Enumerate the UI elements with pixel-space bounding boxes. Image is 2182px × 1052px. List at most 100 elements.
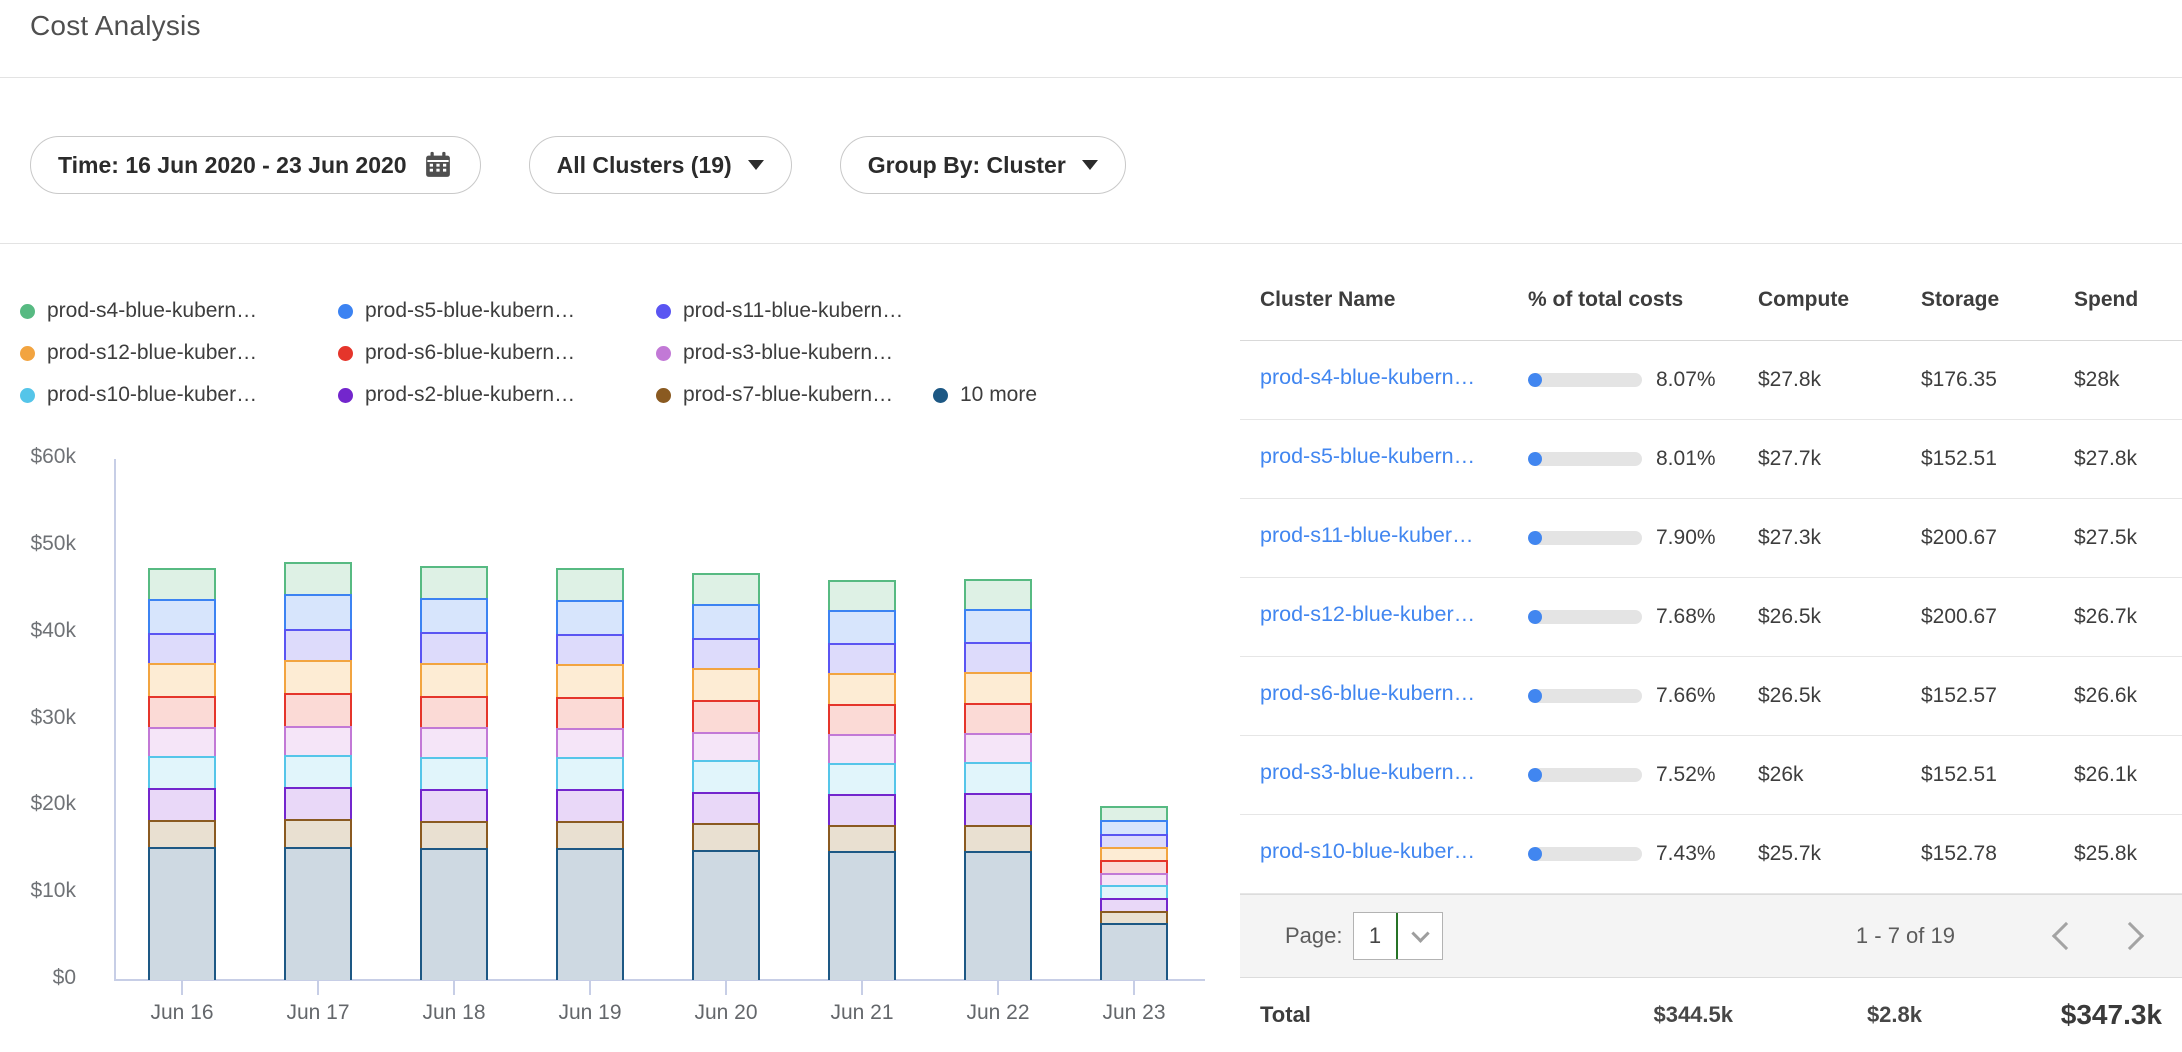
bar-segment-prod-s3-blue-kubern[interactable]: [420, 727, 488, 757]
bar-segment-prod-s7-blue-kubern[interactable]: [1100, 911, 1168, 922]
bar-segment-prod-s12-blue-kuber[interactable]: [420, 663, 488, 696]
bar-segment-prod-s5-blue-kubern[interactable]: [420, 598, 488, 632]
bar-segment-10-more[interactable]: [1100, 923, 1168, 980]
bar-segment-10-more[interactable]: [148, 847, 216, 980]
bar-segment-prod-s2-blue-kubern[interactable]: [556, 789, 624, 821]
bar-segment-prod-s3-blue-kubern[interactable]: [1100, 873, 1168, 885]
page-number-select[interactable]: 1: [1353, 912, 1443, 960]
bar-segment-prod-s5-blue-kubern[interactable]: [1100, 820, 1168, 834]
bar-segment-10-more[interactable]: [556, 848, 624, 980]
bar-segment-prod-s4-blue-kubern[interactable]: [148, 568, 216, 599]
legend-item[interactable]: prod-s12-blue-kuber…: [20, 341, 338, 365]
bar-segment-prod-s6-blue-kubern[interactable]: [692, 700, 760, 731]
bar-segment-prod-s7-blue-kubern[interactable]: [556, 821, 624, 848]
cluster-name-link[interactable]: prod-s12-blue-kuber…: [1260, 602, 1475, 627]
cluster-name-link[interactable]: prod-s4-blue-kubern…: [1260, 365, 1475, 390]
bar-segment-10-more[interactable]: [692, 850, 760, 980]
cluster-name-link[interactable]: prod-s11-blue-kuber…: [1260, 523, 1474, 548]
bar-segment-prod-s2-blue-kubern[interactable]: [284, 787, 352, 819]
bar-segment-prod-s7-blue-kubern[interactable]: [828, 825, 896, 851]
bar-segment-prod-s10-blue-kuber[interactable]: [828, 763, 896, 794]
bar-segment-prod-s6-blue-kubern[interactable]: [964, 703, 1032, 733]
bar-segment-prod-s2-blue-kubern[interactable]: [148, 788, 216, 820]
bar-segment-prod-s2-blue-kubern[interactable]: [964, 793, 1032, 824]
bar-segment-prod-s4-blue-kubern[interactable]: [964, 579, 1032, 609]
bar-segment-prod-s4-blue-kubern[interactable]: [1100, 806, 1168, 820]
legend-item[interactable]: prod-s3-blue-kubern…: [656, 341, 893, 365]
group-by-dropdown[interactable]: Group By: Cluster: [840, 136, 1126, 194]
cluster-name-link[interactable]: prod-s6-blue-kubern…: [1260, 681, 1475, 706]
bar-segment-prod-s12-blue-kuber[interactable]: [148, 663, 216, 696]
previous-page-icon[interactable]: [2052, 922, 2080, 950]
bar-segment-prod-s6-blue-kubern[interactable]: [556, 697, 624, 728]
bar-segment-prod-s7-blue-kubern[interactable]: [148, 820, 216, 847]
bar-segment-prod-s11-blue-kubern[interactable]: [964, 642, 1032, 672]
legend-item[interactable]: prod-s6-blue-kubern…: [338, 341, 656, 365]
bar-segment-prod-s4-blue-kubern[interactable]: [556, 568, 624, 599]
bar-segment-prod-s6-blue-kubern[interactable]: [148, 696, 216, 727]
bar-segment-prod-s4-blue-kubern[interactable]: [828, 580, 896, 610]
cluster-name-link[interactable]: prod-s5-blue-kubern…: [1260, 444, 1475, 469]
bar-segment-prod-s11-blue-kubern[interactable]: [148, 633, 216, 663]
next-page-icon[interactable]: [2116, 922, 2144, 950]
bar-segment-prod-s3-blue-kubern[interactable]: [284, 726, 352, 756]
cluster-name-link[interactable]: prod-s10-blue-kuber…: [1260, 839, 1475, 864]
legend-item[interactable]: prod-s5-blue-kubern…: [338, 299, 656, 323]
bar-segment-prod-s12-blue-kuber[interactable]: [828, 673, 896, 704]
bar-segment-prod-s6-blue-kubern[interactable]: [828, 704, 896, 734]
bar-segment-prod-s2-blue-kubern[interactable]: [1100, 898, 1168, 911]
bar-segment-prod-s2-blue-kubern[interactable]: [420, 789, 488, 821]
bar-segment-prod-s5-blue-kubern[interactable]: [692, 604, 760, 638]
legend-item[interactable]: prod-s4-blue-kubern…: [20, 299, 338, 323]
bar-segment-10-more[interactable]: [964, 851, 1032, 980]
bar-segment-prod-s4-blue-kubern[interactable]: [420, 566, 488, 598]
bar-segment-10-more[interactable]: [284, 847, 352, 980]
legend-item[interactable]: prod-s11-blue-kubern…: [656, 299, 903, 323]
bar-segment-prod-s5-blue-kubern[interactable]: [556, 600, 624, 634]
bar-segment-prod-s2-blue-kubern[interactable]: [692, 792, 760, 823]
bar-segment-prod-s2-blue-kubern[interactable]: [828, 794, 896, 825]
bar-segment-prod-s12-blue-kuber[interactable]: [556, 664, 624, 697]
time-range-filter-button[interactable]: Time: 16 Jun 2020 - 23 Jun 2020: [30, 136, 481, 194]
bar-segment-prod-s6-blue-kubern[interactable]: [284, 693, 352, 725]
legend-item[interactable]: prod-s2-blue-kubern…: [338, 383, 656, 407]
bar-segment-prod-s11-blue-kubern[interactable]: [284, 629, 352, 660]
bar-segment-prod-s11-blue-kubern[interactable]: [828, 643, 896, 673]
bar-segment-prod-s12-blue-kuber[interactable]: [692, 668, 760, 700]
bar-segment-prod-s10-blue-kuber[interactable]: [692, 760, 760, 791]
bar-segment-prod-s10-blue-kuber[interactable]: [284, 755, 352, 787]
bar-segment-prod-s6-blue-kubern[interactable]: [420, 696, 488, 727]
bar-segment-prod-s10-blue-kuber[interactable]: [1100, 885, 1168, 898]
bar-segment-prod-s10-blue-kuber[interactable]: [148, 756, 216, 788]
bar-segment-prod-s7-blue-kubern[interactable]: [692, 823, 760, 850]
bar-segment-prod-s11-blue-kubern[interactable]: [1100, 834, 1168, 847]
bar-segment-prod-s5-blue-kubern[interactable]: [828, 610, 896, 643]
bar-segment-prod-s10-blue-kuber[interactable]: [420, 757, 488, 789]
legend-item[interactable]: 10 more: [933, 383, 1037, 407]
bar-segment-prod-s3-blue-kubern[interactable]: [556, 728, 624, 757]
bar-segment-prod-s11-blue-kubern[interactable]: [420, 632, 488, 663]
bar-segment-prod-s11-blue-kubern[interactable]: [692, 638, 760, 668]
legend-item[interactable]: prod-s10-blue-kuber…: [20, 383, 338, 407]
bar-segment-prod-s3-blue-kubern[interactable]: [692, 732, 760, 761]
bar-segment-prod-s11-blue-kubern[interactable]: [556, 634, 624, 664]
bar-segment-prod-s12-blue-kuber[interactable]: [284, 660, 352, 693]
cluster-name-link[interactable]: prod-s3-blue-kubern…: [1260, 760, 1475, 785]
bar-segment-prod-s12-blue-kuber[interactable]: [1100, 847, 1168, 860]
legend-item[interactable]: prod-s7-blue-kubern…: [656, 383, 933, 407]
bar-segment-prod-s5-blue-kubern[interactable]: [964, 609, 1032, 642]
bar-segment-prod-s3-blue-kubern[interactable]: [148, 727, 216, 756]
bar-segment-prod-s6-blue-kubern[interactable]: [1100, 860, 1168, 873]
bar-segment-prod-s7-blue-kubern[interactable]: [284, 819, 352, 847]
bar-segment-prod-s5-blue-kubern[interactable]: [284, 594, 352, 629]
cluster-filter-dropdown[interactable]: All Clusters (19): [529, 136, 792, 194]
bar-segment-prod-s5-blue-kubern[interactable]: [148, 599, 216, 633]
bar-segment-prod-s7-blue-kubern[interactable]: [964, 825, 1032, 851]
bar-segment-prod-s4-blue-kubern[interactable]: [284, 562, 352, 594]
bar-segment-prod-s10-blue-kuber[interactable]: [964, 762, 1032, 793]
bar-segment-prod-s7-blue-kubern[interactable]: [420, 821, 488, 848]
bar-segment-prod-s12-blue-kuber[interactable]: [964, 672, 1032, 703]
bar-segment-prod-s4-blue-kubern[interactable]: [692, 573, 760, 604]
bar-segment-prod-s3-blue-kubern[interactable]: [828, 734, 896, 763]
bar-segment-prod-s3-blue-kubern[interactable]: [964, 733, 1032, 762]
